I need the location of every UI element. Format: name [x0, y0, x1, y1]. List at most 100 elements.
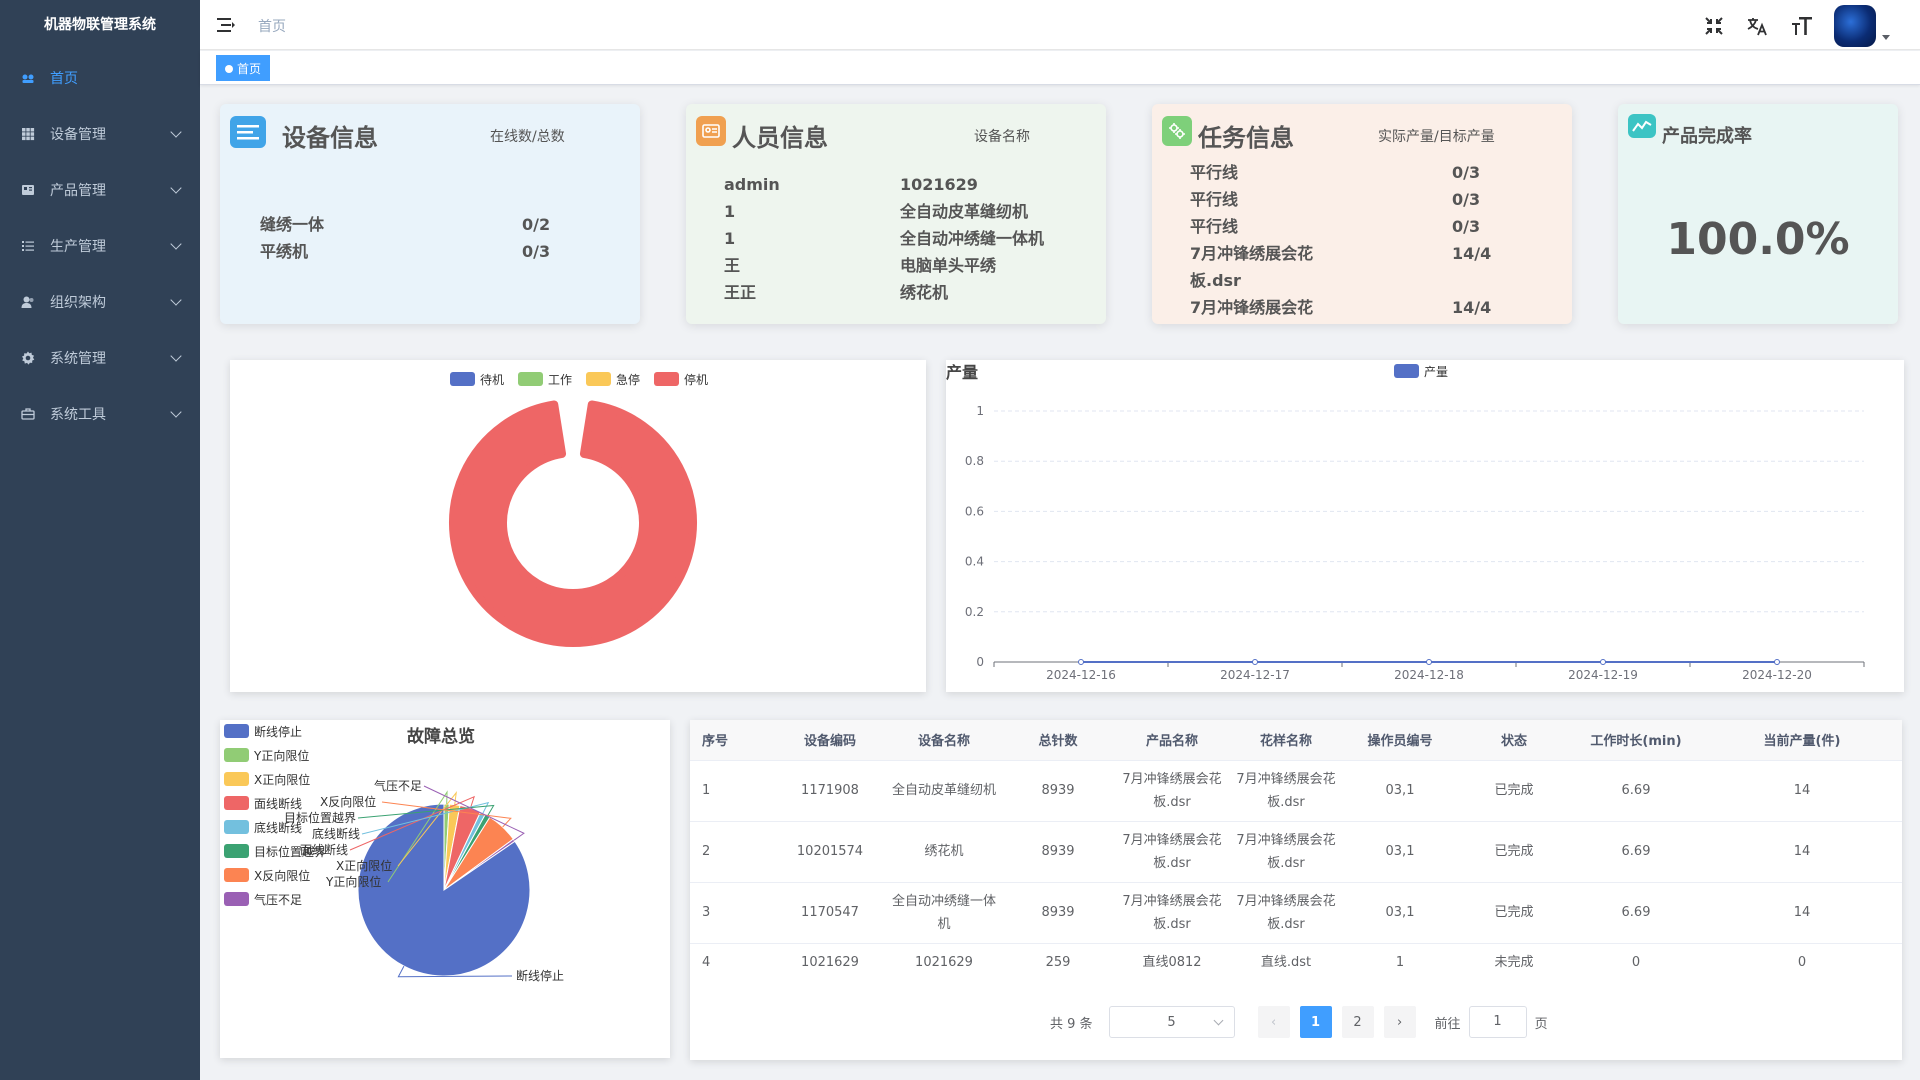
table-cell: 8939 — [1002, 882, 1114, 944]
legend-swatch — [224, 868, 249, 882]
slice-label: 目标位置越界 — [284, 810, 356, 825]
column-header[interactable]: 设备编码 — [774, 720, 886, 761]
completion-card-title: 产品完成率 — [1662, 126, 1752, 147]
card-row: 王正 绣花机 — [724, 279, 1084, 306]
card-row-name: 王 — [724, 256, 741, 275]
legend-label: 待机 — [480, 373, 504, 387]
legend-swatch — [224, 820, 249, 834]
card-row-name: 7月冲锋绣展会花 — [1190, 244, 1314, 263]
column-header[interactable]: 状态 — [1458, 720, 1570, 761]
card-row-name: 7月冲锋绣展会花 — [1190, 298, 1314, 317]
table-cell: 1021629 — [886, 943, 1002, 980]
legend-item-2: X正向限位 — [224, 772, 310, 787]
legend-label: Y正向限位 — [253, 748, 309, 763]
page-size-select[interactable]: 5 — [1108, 1006, 1235, 1038]
table-cell: 7月冲锋绣展会花板.dsr — [1230, 882, 1342, 944]
column-header[interactable]: 当前产量(件) — [1702, 720, 1902, 761]
table-cell: 7月冲锋绣展会花板.dsr — [1114, 882, 1230, 944]
sidebar-menu: 首页 设备管理 产品管理 生产管理组织架构系统管理 系统工具 — [0, 50, 200, 442]
sidebar-item-0[interactable]: 首页 — [0, 50, 200, 106]
sidebar-item-4[interactable]: 组织架构 — [0, 274, 200, 330]
table-cell: 1021629 — [774, 943, 886, 980]
hamburger-icon[interactable] — [216, 15, 236, 35]
device-rows: 缝绣一体 0/2 平绣机 0/3 — [260, 211, 580, 265]
goto-page-input[interactable]: 1 — [1468, 1006, 1527, 1038]
sidebar-item-2[interactable]: 产品管理 — [0, 162, 200, 218]
list-icon — [20, 238, 36, 254]
table-cell: 1171908 — [774, 760, 886, 822]
chevron-down-icon — [170, 182, 182, 194]
breadcrumb[interactable]: 首页 — [258, 16, 286, 36]
product-icon — [20, 182, 36, 198]
device-status-panel: 待机 工作 急停 停机 — [230, 360, 926, 692]
card-row-name: 板.dsr — [1190, 271, 1241, 290]
avatar[interactable] — [1834, 5, 1876, 47]
sidebar-item-label: 组织架构 — [50, 295, 106, 311]
fullscreen-exit-icon[interactable] — [1702, 14, 1726, 38]
table-row[interactable]: 3 1170547 全自动冲绣缝一体机 8939 7月冲锋绣展会花板.dsr 7月冲锋绣展… — [690, 882, 1902, 944]
table-cell: 已完成 — [1458, 821, 1570, 883]
table-row[interactable]: 2 10201574 绣花机 8939 7月冲锋绣展会花板.dsr 7月冲锋绣展会花板.d… — [690, 821, 1902, 883]
chevron-down-icon — [170, 406, 182, 418]
sidebar-item-5[interactable]: 系统管理 — [0, 330, 200, 386]
column-header[interactable]: 总针数 — [1002, 720, 1114, 761]
legend-swatch — [224, 748, 249, 762]
legend-item-6: X反向限位 — [224, 868, 310, 883]
slice-label: 断线停止 — [516, 968, 564, 983]
legend-swatch — [1394, 364, 1419, 378]
column-header[interactable]: 操作员编号 — [1342, 720, 1458, 761]
legend-item-0: 断线停止 — [224, 724, 302, 739]
prev-page-button[interactable]: ‹ — [1257, 1006, 1290, 1038]
slice-label: 气压不足 — [374, 778, 422, 793]
data-point-4 — [1774, 659, 1780, 665]
legend-swatch — [450, 372, 475, 386]
sidebar-item-1[interactable]: 设备管理 — [0, 106, 200, 162]
table-row[interactable]: 4 1021629 1021629 259 直线0812 直线.dst 1 未完成 0 0 — [690, 943, 1902, 980]
y-tick-label: 1 — [976, 404, 984, 418]
translate-icon[interactable] — [1746, 14, 1770, 38]
staff-card-subtitle: 设备名称 — [974, 129, 1030, 145]
column-header[interactable]: 花样名称 — [1230, 720, 1342, 761]
card-row: 7月冲锋绣展会花 14/4 — [1190, 240, 1520, 267]
next-page-button[interactable]: › — [1383, 1006, 1416, 1038]
table-cell: 已完成 — [1458, 760, 1570, 822]
table-cell: 1 — [690, 760, 774, 822]
column-header[interactable]: 产品名称 — [1114, 720, 1230, 761]
table-cell: 2 — [690, 821, 774, 883]
task-card-title: 任务信息 — [1198, 124, 1294, 152]
font-size-icon[interactable] — [1790, 14, 1814, 38]
caret-down-icon[interactable] — [1882, 34, 1890, 40]
sidebar-item-6[interactable]: 系统工具 — [0, 386, 200, 442]
slice-label: 面线断线 — [300, 842, 348, 857]
legend-label: 停机 — [684, 372, 708, 387]
page-1-button[interactable]: 1 — [1299, 1006, 1332, 1038]
legend-swatch — [224, 796, 249, 810]
table-header-row: 序号 设备编码 设备名称 总针数 产品名称 花样名称 操作员编号 状态 工作时长(min) 当前产… — [690, 720, 1902, 761]
page-2-button[interactable]: 2 — [1341, 1006, 1374, 1038]
slice-label: X反向限位 — [320, 794, 376, 809]
device-info-card: 设备信息 在线数/总数 缝绣一体 0/2 平绣机 0/3 — [220, 104, 640, 324]
x-tick-label: 2024-12-20 — [1742, 668, 1812, 682]
slice-label: Y正向限位 — [325, 874, 381, 889]
legend-item-3: 停机 — [654, 372, 708, 387]
column-header[interactable]: 序号 — [690, 720, 774, 761]
table-wrapper: 序号 设备编码 设备名称 总针数 产品名称 花样名称 操作员编号 状态 工作时长(min) 当前产… — [690, 720, 1902, 980]
table-row[interactable]: 1 1171908 全自动皮革缝纫机 8939 7月冲锋绣展会花板.dsr 7月冲锋绣展会… — [690, 760, 1902, 822]
table-cell: 7月冲锋绣展会花板.dsr — [1230, 760, 1342, 822]
device-card-title: 设备信息 — [282, 124, 378, 152]
pagination: 共 9 条 5 ‹ 1 2 › 前往 1 页 — [1050, 1006, 1548, 1038]
table-cell: 1170547 — [774, 882, 886, 944]
slice-label: X正向限位 — [336, 858, 392, 873]
tag-home[interactable]: 首页 — [216, 55, 271, 81]
column-header[interactable]: 设备名称 — [886, 720, 1002, 761]
task-card-subtitle: 实际产量/目标产量 — [1378, 129, 1495, 145]
legend-item-3: 面线断线 — [224, 796, 302, 811]
device-status-donut-chart: 待机 工作 急停 停机 — [449, 372, 708, 647]
sidebar-item-3[interactable]: 生产管理 — [0, 218, 200, 274]
legend-item-production: 产量 — [1394, 364, 1448, 379]
x-tick-label: 2024-12-16 — [1046, 668, 1116, 682]
donut-slice-停机 — [449, 400, 697, 647]
card-row-name: admin — [724, 175, 780, 194]
data-point-3 — [1600, 659, 1606, 665]
column-header[interactable]: 工作时长(min) — [1570, 720, 1702, 761]
